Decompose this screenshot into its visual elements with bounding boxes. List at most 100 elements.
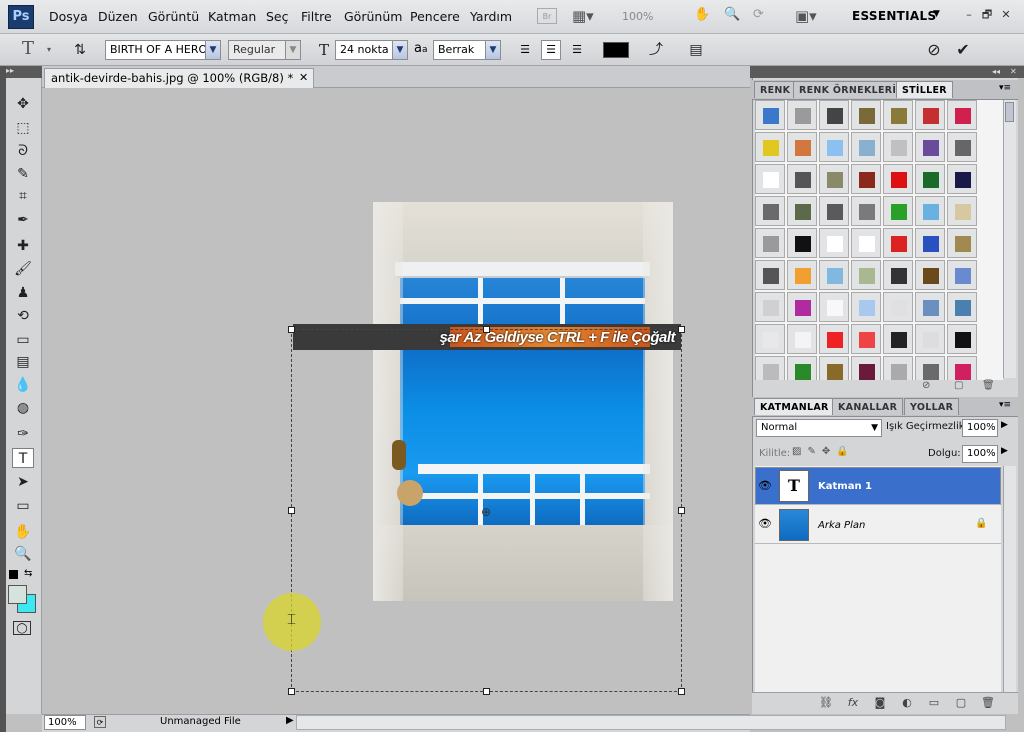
- style-swatch[interactable]: [787, 132, 817, 162]
- style-swatch[interactable]: [851, 100, 881, 130]
- style-swatch[interactable]: [851, 356, 881, 380]
- blur-tool-icon[interactable]: 💧: [12, 375, 34, 395]
- menu-filtre[interactable]: Filtre: [301, 9, 332, 24]
- status-menu-icon[interactable]: ⟳: [94, 716, 106, 728]
- tab-renk[interactable]: RENK: [754, 81, 797, 98]
- style-swatch[interactable]: [947, 132, 977, 162]
- menu-goruntu[interactable]: Görüntü: [148, 9, 199, 24]
- style-swatch[interactable]: [947, 164, 977, 194]
- eye-icon[interactable]: 👁: [757, 478, 773, 494]
- healing-tool-icon[interactable]: ✚: [12, 236, 34, 256]
- style-swatch[interactable]: [947, 324, 977, 354]
- quick-mask-icon[interactable]: ◯: [13, 621, 31, 635]
- style-swatch[interactable]: [787, 228, 817, 258]
- style-swatch[interactable]: [755, 164, 785, 194]
- style-swatch[interactable]: [915, 292, 945, 322]
- stamp-tool-icon[interactable]: ♟: [12, 283, 34, 303]
- new-layer-icon[interactable]: ▢: [953, 695, 969, 711]
- status-arrow-icon[interactable]: ▶: [286, 715, 294, 726]
- character-panel-icon[interactable]: ▤: [687, 41, 705, 59]
- style-swatch[interactable]: [851, 292, 881, 322]
- style-swatch[interactable]: [755, 100, 785, 130]
- collapse-toolbar-icon[interactable]: ▸▸: [6, 66, 14, 75]
- style-swatch[interactable]: [947, 196, 977, 226]
- crop-tool-icon[interactable]: ⌗: [12, 186, 34, 206]
- style-swatch[interactable]: [819, 196, 849, 226]
- tab-katmanlar[interactable]: KATMANLAR: [754, 398, 835, 415]
- transform-handle[interactable]: [288, 507, 295, 514]
- lasso-tool-icon[interactable]: ᘐ: [12, 141, 34, 161]
- fill-field[interactable]: 100%: [962, 445, 998, 463]
- layer-name[interactable]: Arka Plan: [818, 520, 865, 531]
- style-swatch[interactable]: [947, 356, 977, 380]
- style-swatch[interactable]: [787, 324, 817, 354]
- transform-handle[interactable]: [288, 688, 295, 695]
- collapse-panels-icon[interactable]: ◂◂: [992, 67, 1000, 76]
- style-swatch[interactable]: [787, 196, 817, 226]
- style-swatch[interactable]: [915, 100, 945, 130]
- style-swatch[interactable]: [755, 260, 785, 290]
- style-swatch[interactable]: [787, 100, 817, 130]
- style-swatch[interactable]: [755, 324, 785, 354]
- style-swatch[interactable]: [819, 356, 849, 380]
- hand-icon[interactable]: ✋: [694, 7, 710, 22]
- tab-kanallar[interactable]: KANALLAR: [832, 398, 904, 415]
- delete-style-icon[interactable]: 🗑: [982, 380, 995, 391]
- path-select-tool-icon[interactable]: ➤: [12, 472, 34, 492]
- style-swatch[interactable]: [883, 100, 913, 130]
- font-family-select[interactable]: BIRTH OF A HERO ▼: [105, 40, 221, 60]
- bridge-icon[interactable]: Br: [537, 8, 557, 24]
- style-swatch[interactable]: [883, 324, 913, 354]
- styles-scrollbar[interactable]: [1003, 100, 1016, 378]
- style-swatch[interactable]: [883, 356, 913, 380]
- style-swatch[interactable]: [851, 196, 881, 226]
- style-swatch[interactable]: [819, 292, 849, 322]
- zoom-level-display[interactable]: 100%: [622, 10, 653, 23]
- menu-dosya[interactable]: Dosya: [49, 9, 88, 24]
- tool-preset-chevron-icon[interactable]: ▾: [47, 45, 51, 54]
- transform-handle[interactable]: [678, 688, 685, 695]
- layers-menu-icon[interactable]: ▾≡: [999, 400, 1011, 410]
- font-size-select[interactable]: 24 nokta ▼: [335, 40, 408, 60]
- styles-scroll-thumb[interactable]: [1005, 102, 1014, 122]
- menu-yardim[interactable]: Yardım: [470, 9, 512, 24]
- lock-icons[interactable]: ▨✎✥🔒: [792, 446, 855, 457]
- style-swatch[interactable]: [883, 292, 913, 322]
- style-swatch[interactable]: [947, 228, 977, 258]
- style-swatch[interactable]: [819, 100, 849, 130]
- style-swatch[interactable]: [819, 260, 849, 290]
- style-swatch[interactable]: [915, 324, 945, 354]
- transform-handle[interactable]: [678, 507, 685, 514]
- antialias-select[interactable]: Berrak ▼: [433, 40, 501, 60]
- panel-dock-header[interactable]: [750, 66, 1024, 78]
- pen-tool-icon[interactable]: ✑: [12, 424, 34, 444]
- cancel-edit-icon[interactable]: ⊘: [925, 41, 943, 59]
- marquee-tool-icon[interactable]: ⬚: [12, 118, 34, 138]
- style-swatch[interactable]: [883, 164, 913, 194]
- style-swatch[interactable]: [915, 356, 945, 380]
- swap-colors-icon[interactable]: ⇆: [24, 568, 32, 579]
- style-swatch[interactable]: [947, 100, 977, 130]
- layer-style-icon[interactable]: fx: [845, 695, 861, 711]
- tab-stiller[interactable]: STİLLER: [896, 81, 953, 98]
- style-swatch[interactable]: [851, 132, 881, 162]
- commit-edit-icon[interactable]: ✔: [954, 41, 972, 59]
- adjustment-layer-icon[interactable]: ◐: [899, 695, 915, 711]
- eye-icon[interactable]: 👁: [757, 516, 773, 532]
- transform-center-icon[interactable]: ⊕: [481, 505, 491, 519]
- style-swatch[interactable]: [851, 228, 881, 258]
- screen-mode-icon[interactable]: ▦▾: [572, 7, 594, 25]
- transform-handle[interactable]: [483, 688, 490, 695]
- chevron-down-icon[interactable]: ▼: [933, 9, 940, 19]
- layer-mask-icon[interactable]: ◙: [872, 695, 888, 711]
- document-tab[interactable]: antik-devirde-bahis.jpg @ 100% (RGB/8) *: [44, 68, 314, 88]
- align-right-button[interactable]: ☰: [567, 40, 587, 60]
- horizontal-scrollbar[interactable]: [296, 715, 1006, 730]
- fill-arrow-icon[interactable]: ▶: [1001, 446, 1008, 456]
- style-swatch[interactable]: [819, 324, 849, 354]
- close-panels-icon[interactable]: ✕: [1010, 67, 1017, 76]
- style-swatch[interactable]: [883, 228, 913, 258]
- warp-text-icon[interactable]: ⤴: [647, 41, 665, 59]
- gradient-tool-icon[interactable]: ▤: [12, 352, 34, 372]
- panel-menu-icon[interactable]: ▾≡: [999, 83, 1011, 93]
